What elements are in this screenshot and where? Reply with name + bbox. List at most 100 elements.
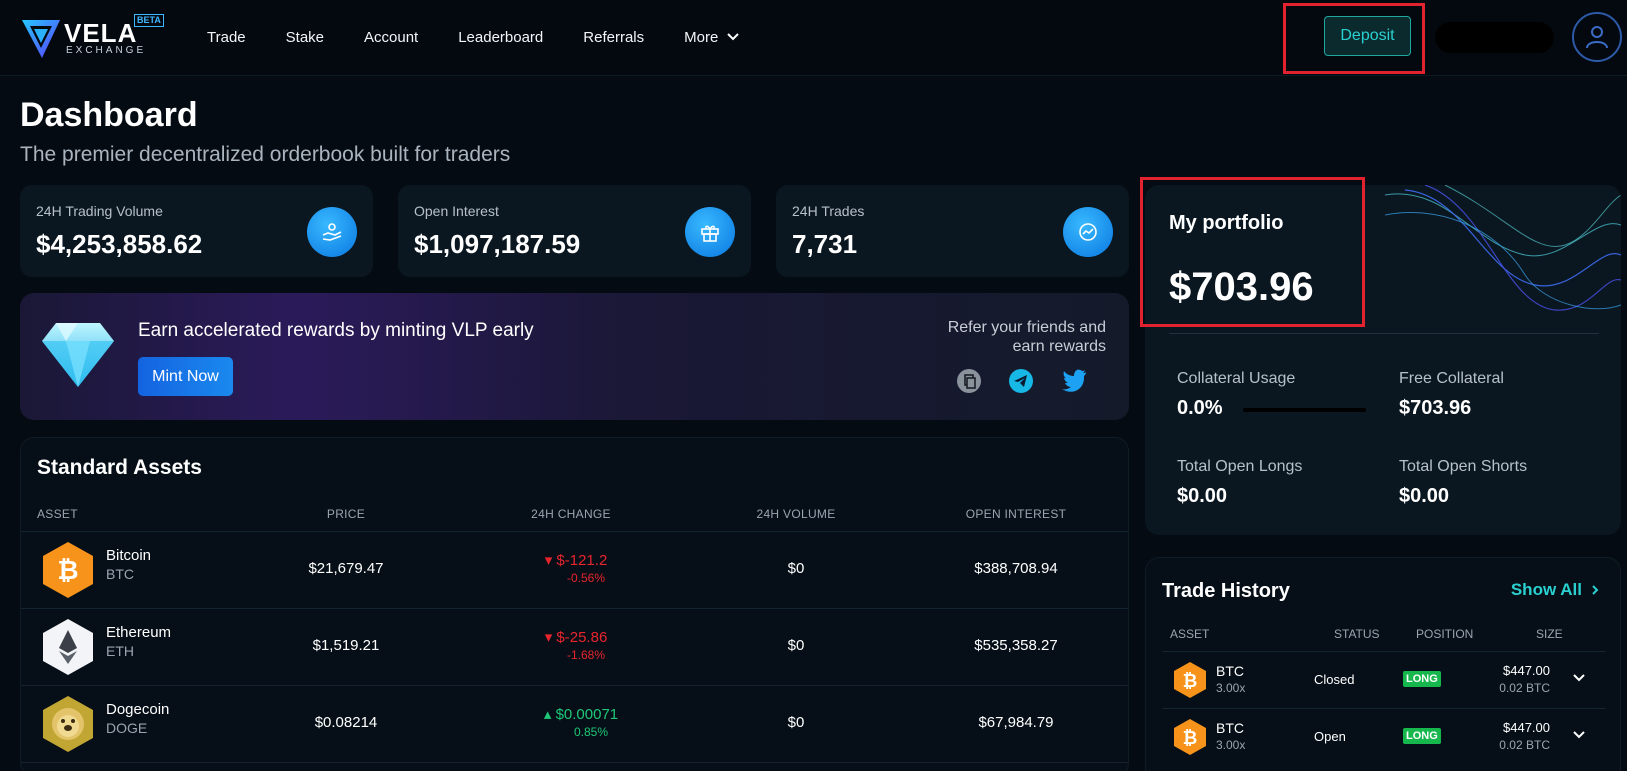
total-open-shorts-label: Total Open Shorts [1399, 458, 1528, 475]
vela-logo[interactable]: VELA EXCHANGE BETA [20, 14, 170, 60]
vela-logo-icon [22, 20, 60, 58]
change-value: $-25.86 [556, 629, 608, 646]
trade-history-row[interactable]: ₿ BTC 3.00x Closed LONG $447.00 0.02 BTC [1162, 651, 1606, 708]
trade-history-title: Trade History [1162, 580, 1290, 602]
asset-symbol: DOGE [106, 720, 148, 736]
chevron-down-icon[interactable] [1572, 671, 1586, 685]
col-asset: ASSET [37, 507, 78, 521]
telegram-share-button[interactable] [1007, 367, 1035, 395]
trade-asset: BTC [1216, 663, 1244, 679]
stat-label: 24H Trading Volume [36, 203, 163, 219]
stat-value: 7,731 [792, 229, 858, 259]
stat-value: $4,253,858.62 [36, 229, 203, 259]
twitter-share-button[interactable] [1060, 367, 1088, 395]
stat-value: $1,097,187.59 [414, 229, 581, 259]
decorative-waves [1385, 185, 1621, 311]
nav-stake[interactable]: Stake [286, 29, 324, 46]
mint-now-button[interactable]: Mint Now [138, 357, 233, 396]
hist-col-status: STATUS [1334, 627, 1380, 641]
svg-text:₿: ₿ [57, 555, 78, 585]
asset-open-interest: $67,984.79 [978, 714, 1054, 731]
position-badge: LONG [1403, 671, 1441, 687]
asset-row-eth[interactable]: Ethereum ETH $1,519.21 ▾ $-25.86 -1.68% … [21, 608, 1128, 685]
asset-volume: $0 [787, 560, 805, 577]
bitcoin-icon: ₿ [1174, 719, 1206, 755]
telegram-icon [1009, 369, 1033, 393]
diamond-icon [42, 323, 114, 387]
nav-account[interactable]: Account [364, 29, 418, 46]
asset-change-pct: -1.68% [566, 648, 606, 662]
refer-friends-text: Refer your friends and earn rewards [947, 319, 1106, 355]
collateral-usage-value: 0.0% [1177, 397, 1223, 419]
asset-row-btc[interactable]: ₿ Bitcoin BTC $21,679.47 ▾ $-121.2 -0.56… [21, 531, 1128, 608]
total-open-longs-value: $0.00 [1177, 485, 1228, 507]
beta-badge: BETA [134, 14, 164, 27]
ethereum-icon [43, 619, 93, 675]
asset-symbol: ETH [106, 643, 134, 659]
asset-price: $1,519.21 [312, 637, 380, 654]
trade-history-row[interactable]: ₿ BTC 3.00x Open LONG $447.00 0.02 BTC [1162, 708, 1606, 765]
chevron-down-icon[interactable] [1572, 728, 1586, 742]
change-value: $0.00071 [555, 706, 619, 723]
banner-headline: Earn accelerated rewards by minting VLP … [138, 320, 534, 341]
table-divider [21, 762, 1128, 763]
nav-leaderboard[interactable]: Leaderboard [458, 29, 543, 46]
asset-open-interest: $535,358.27 [974, 637, 1058, 654]
wallet-address-pill[interactable] [1435, 22, 1554, 53]
gift-icon [685, 207, 735, 257]
asset-volume: $0 [787, 714, 805, 731]
asset-symbol: BTC [106, 566, 134, 582]
asset-price: $21,679.47 [308, 560, 384, 577]
trade-leverage: 3.00x [1216, 681, 1246, 695]
trade-size-btc: 0.02 BTC [1499, 738, 1550, 752]
position-badge: LONG [1403, 728, 1441, 744]
trade-status: Closed [1314, 672, 1355, 687]
col-open-interest: OPEN INTEREST [965, 507, 1067, 521]
user-icon [1586, 26, 1608, 49]
asset-row-doge[interactable]: Dogecoin DOGE $0.08214 ▴ $0.00071 0.85% … [21, 685, 1128, 762]
down-arrow-icon: ▾ [544, 629, 557, 646]
deposit-button[interactable]: Deposit [1324, 16, 1411, 56]
copy-icon [957, 369, 981, 393]
page-subtitle: The premier decentralized orderbook buil… [20, 143, 511, 166]
asset-change-pct: -0.56% [566, 571, 606, 585]
asset-change: ▾ $-25.86 [521, 628, 631, 646]
copy-link-button[interactable] [955, 367, 983, 395]
show-all-link[interactable]: Show All [1511, 580, 1600, 600]
hist-col-asset: ASSET [1170, 627, 1210, 641]
bitcoin-icon: ₿ [1174, 662, 1206, 698]
free-collateral-value: $703.96 [1399, 397, 1472, 419]
hist-col-position: POSITION [1416, 627, 1474, 641]
trade-asset: BTC [1216, 720, 1244, 736]
profile-avatar-button[interactable] [1572, 12, 1622, 62]
nav-trade[interactable]: Trade [207, 29, 246, 46]
chevron-down-icon [727, 33, 740, 41]
svg-text:₿: ₿ [1183, 671, 1198, 691]
page-title: Dashboard [20, 96, 198, 134]
chevron-right-icon [1592, 585, 1599, 595]
asset-price: $0.08214 [314, 714, 378, 731]
show-all-label: Show All [1510, 580, 1582, 599]
nav-more-label: More [684, 28, 719, 46]
portfolio-highlight-box [1140, 177, 1365, 327]
collateral-usage-label: Collateral Usage [1177, 370, 1296, 387]
nav-more[interactable]: More [684, 29, 740, 46]
svg-text:₿: ₿ [1183, 728, 1198, 748]
standard-assets-panel: Standard Assets ASSET PRICE 24H CHANGE 2… [20, 437, 1129, 771]
mint-vlp-banner: Earn accelerated rewards by minting VLP … [20, 293, 1129, 420]
trade-size: $447.00 [1503, 663, 1550, 678]
main-nav: Trade Stake Account Leaderboard Referral… [207, 0, 780, 74]
asset-volume: $0 [787, 637, 805, 654]
col-price: PRICE [326, 507, 366, 521]
twitter-icon [1062, 369, 1086, 392]
total-open-longs-label: Total Open Longs [1177, 458, 1303, 475]
asset-name: Dogecoin [106, 701, 170, 718]
col-24h-volume: 24H VOLUME [756, 507, 836, 521]
change-value: $-121.2 [556, 552, 608, 569]
assets-title: Standard Assets [37, 456, 202, 479]
bitcoin-icon: ₿ [43, 542, 93, 598]
asset-name: Bitcoin [106, 547, 152, 564]
nav-referrals[interactable]: Referrals [583, 29, 644, 46]
free-collateral-label: Free Collateral [1399, 370, 1504, 387]
down-arrow-icon: ▾ [544, 552, 557, 569]
